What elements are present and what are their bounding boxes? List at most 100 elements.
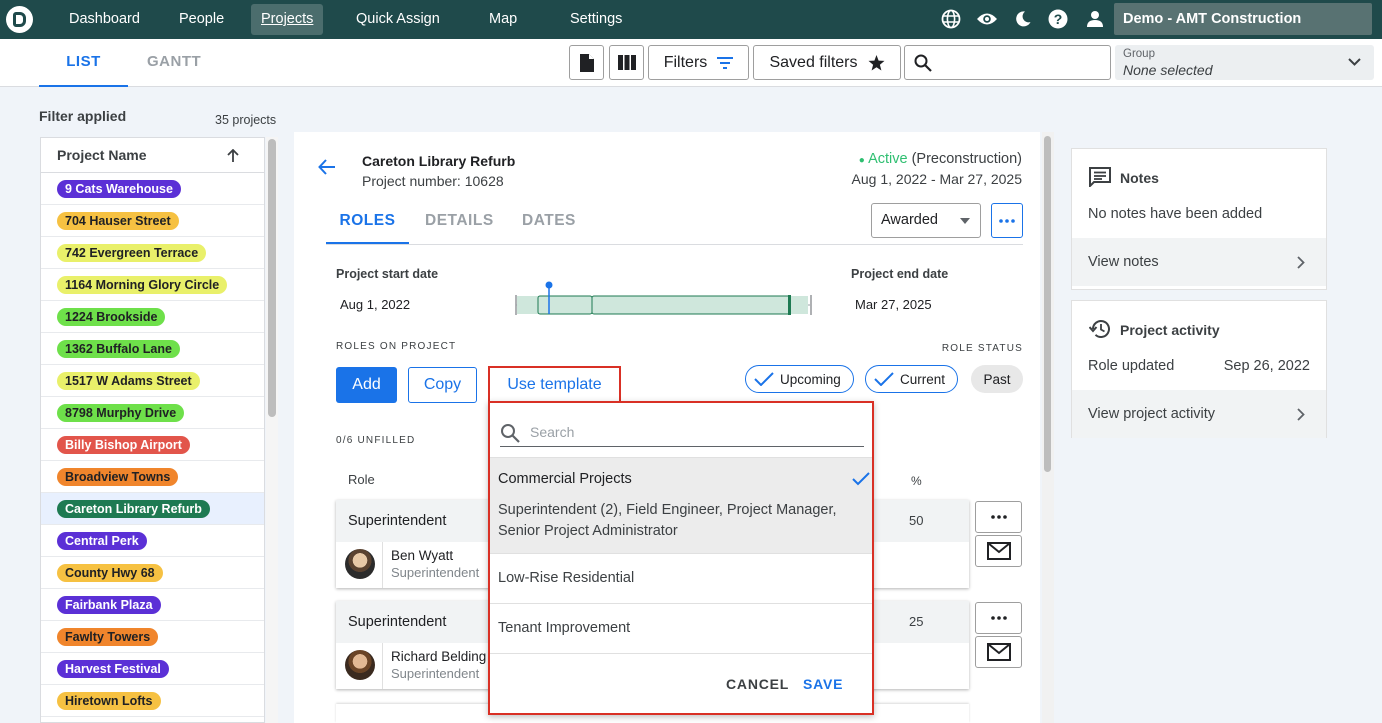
filters-button[interactable]: Filters (648, 45, 749, 80)
project-chip: Central Perk (57, 531, 147, 550)
project-chip: Billy Bishop Airport (57, 435, 190, 454)
group-value: None selected (1123, 62, 1213, 78)
project-list-item[interactable]: 9 Cats Warehouse (41, 173, 264, 205)
nav-people[interactable]: People (169, 4, 234, 35)
project-list-item[interactable]: County Hwy 68 (41, 557, 264, 589)
globe-icon[interactable] (940, 8, 962, 30)
project-list-item[interactable]: 1224 Brookside (41, 301, 264, 333)
role-email-button[interactable] (975, 636, 1022, 668)
more-options-button[interactable] (991, 203, 1023, 238)
roles-heading: ROLES ON PROJECT (336, 341, 457, 352)
tab-details[interactable]: DETAILS (425, 202, 494, 244)
project-list-item[interactable]: 1517 W Adams Street (41, 365, 264, 397)
use-template-button[interactable]: Use template (488, 366, 621, 403)
project-chip: 8798 Murphy Drive (57, 403, 185, 422)
help-icon[interactable]: ? (1047, 8, 1069, 30)
assignee-name[interactable]: Richard Belding (391, 649, 486, 664)
stage-select[interactable]: Awarded (871, 203, 981, 238)
detail-scrollbar[interactable] (1042, 132, 1054, 723)
project-list-scrollbar[interactable] (266, 137, 278, 723)
app-logo[interactable] (6, 6, 33, 33)
more-horizontal-icon (990, 515, 1007, 519)
project-chip: Fairbank Plaza (57, 595, 161, 614)
add-role-button[interactable]: Add (336, 367, 397, 403)
mail-icon (986, 643, 1011, 661)
nav-projects[interactable]: Projects (251, 4, 324, 35)
notes-empty-text: No notes have been added (1088, 206, 1263, 222)
caret-down-icon (960, 218, 970, 224)
saved-filters-button[interactable]: Saved filters (753, 45, 901, 80)
export-button[interactable] (569, 45, 604, 80)
unfilled-count: 0/6 UNFILLED (336, 435, 416, 446)
nav-quick-assign[interactable]: Quick Assign (346, 4, 450, 35)
assignee-role: Superintendent (391, 666, 480, 681)
template-option-tenant[interactable]: Tenant Improvement (490, 603, 872, 653)
user-icon[interactable] (1084, 8, 1106, 30)
status-upcoming-toggle[interactable]: Upcoming (745, 365, 854, 393)
cancel-button[interactable]: CANCEL (726, 676, 789, 692)
project-list-item[interactable]: Harvest Festival (41, 653, 264, 685)
copy-roles-button[interactable]: Copy (408, 367, 477, 403)
chevron-down-icon (1348, 58, 1361, 66)
template-option-commercial[interactable]: Commercial Projects Superintendent (2), … (490, 457, 872, 553)
role-email-button[interactable] (975, 535, 1022, 567)
tab-dates[interactable]: DATES (522, 202, 576, 244)
nav-map[interactable]: Map (479, 4, 527, 35)
start-date: Aug 1, 2022 (340, 297, 411, 312)
project-list-item[interactable]: Hiretown Lofts (41, 685, 264, 717)
project-list-item[interactable]: Fairbank Plaza (41, 589, 264, 621)
save-button[interactable]: SAVE (803, 676, 843, 692)
activity-title: Project activity (1120, 322, 1220, 338)
project-list-item[interactable]: Broadview Towns (41, 461, 264, 493)
role-more-button[interactable] (975, 501, 1022, 533)
project-list-item[interactable]: Central Perk (41, 525, 264, 557)
project-list-item[interactable]: 1362 Buffalo Lane (41, 333, 264, 365)
org-selector[interactable]: Demo - AMT Construction (1114, 3, 1372, 35)
assignee-name[interactable]: Ben Wyatt (391, 548, 453, 563)
start-date-label: Project start date (336, 267, 439, 281)
svg-text:?: ? (1054, 11, 1063, 27)
avatar (345, 650, 375, 680)
project-chip: Hiretown Lofts (57, 691, 161, 710)
tab-roles[interactable]: ROLES (326, 202, 409, 244)
project-list-item[interactable]: 742 Evergreen Terrace (41, 237, 264, 269)
view-activity-link[interactable]: View project activity (1072, 390, 1326, 438)
status-phase: (Preconstruction) (911, 151, 1022, 167)
project-list-item[interactable]: 704 Hauser Street (41, 205, 264, 237)
eye-icon[interactable] (976, 8, 998, 30)
columns-button[interactable] (609, 45, 644, 80)
project-list-item[interactable]: Careton Library Refurb (41, 493, 264, 525)
view-toolbar: LIST GANTT Filters Saved filters Group N… (0, 39, 1382, 87)
template-option-low-rise[interactable]: Low-Rise Residential (490, 553, 872, 603)
tab-list[interactable]: LIST (39, 39, 128, 87)
project-list-item[interactable]: Fawlty Towers (41, 621, 264, 653)
avatar (345, 549, 375, 579)
end-date-label: Project end date (851, 267, 949, 281)
dark-mode-icon[interactable] (1012, 8, 1034, 30)
back-arrow-icon[interactable] (318, 158, 336, 176)
view-notes-link[interactable]: View notes (1072, 238, 1326, 286)
project-search-input[interactable] (904, 45, 1111, 80)
project-name-header-label: Project Name (57, 147, 147, 163)
nav-settings[interactable]: Settings (560, 4, 632, 35)
role-percent: 25 (909, 614, 924, 629)
status-past-toggle[interactable]: Past (971, 365, 1023, 393)
project-list-item[interactable]: Billy Bishop Airport (41, 429, 264, 461)
project-list-item[interactable]: 1164 Morning Glory Circle (41, 269, 264, 301)
activity-date: Sep 26, 2022 (1223, 358, 1310, 374)
activity-item: Role updated (1088, 358, 1175, 374)
project-list-item[interactable]: 8798 Murphy Drive (41, 397, 264, 429)
status-current-toggle[interactable]: Current (865, 365, 958, 393)
tab-gantt[interactable]: GANTT (147, 39, 201, 87)
template-search-input[interactable]: Search (500, 417, 864, 447)
nav-dashboard[interactable]: Dashboard (59, 4, 150, 35)
group-select[interactable]: Group None selected (1115, 45, 1374, 80)
check-icon (754, 372, 774, 386)
project-name-column-header[interactable]: Project Name (41, 138, 264, 173)
role-column-header: Role (348, 472, 375, 487)
project-number: Project number: 10628 (362, 173, 504, 189)
project-count: 35 projects (215, 113, 277, 127)
check-icon (852, 472, 870, 486)
template-name: Commercial Projects (498, 471, 632, 487)
role-more-button[interactable] (975, 602, 1022, 634)
